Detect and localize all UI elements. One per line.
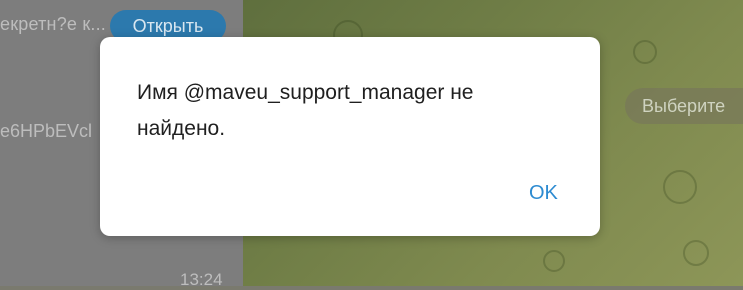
alert-dialog: Имя @maveu_support_manager не найдено. O… — [100, 37, 600, 236]
chat-preview-text-2[interactable]: e6HPbEVcl — [0, 121, 92, 142]
select-chat-pill: Выберите — [625, 88, 743, 124]
ok-button[interactable]: OK — [529, 182, 558, 205]
wallpaper-doodle — [633, 40, 657, 64]
chat-timestamp: 13:24 — [180, 270, 223, 289]
wallpaper-doodle — [663, 170, 697, 204]
wallpaper-doodle — [543, 250, 565, 272]
wallpaper-doodle — [683, 240, 709, 266]
chat-preview-text[interactable]: екретн?е к... — [0, 14, 106, 35]
dialog-message: Имя @maveu_support_manager не найдено. — [137, 81, 474, 140]
